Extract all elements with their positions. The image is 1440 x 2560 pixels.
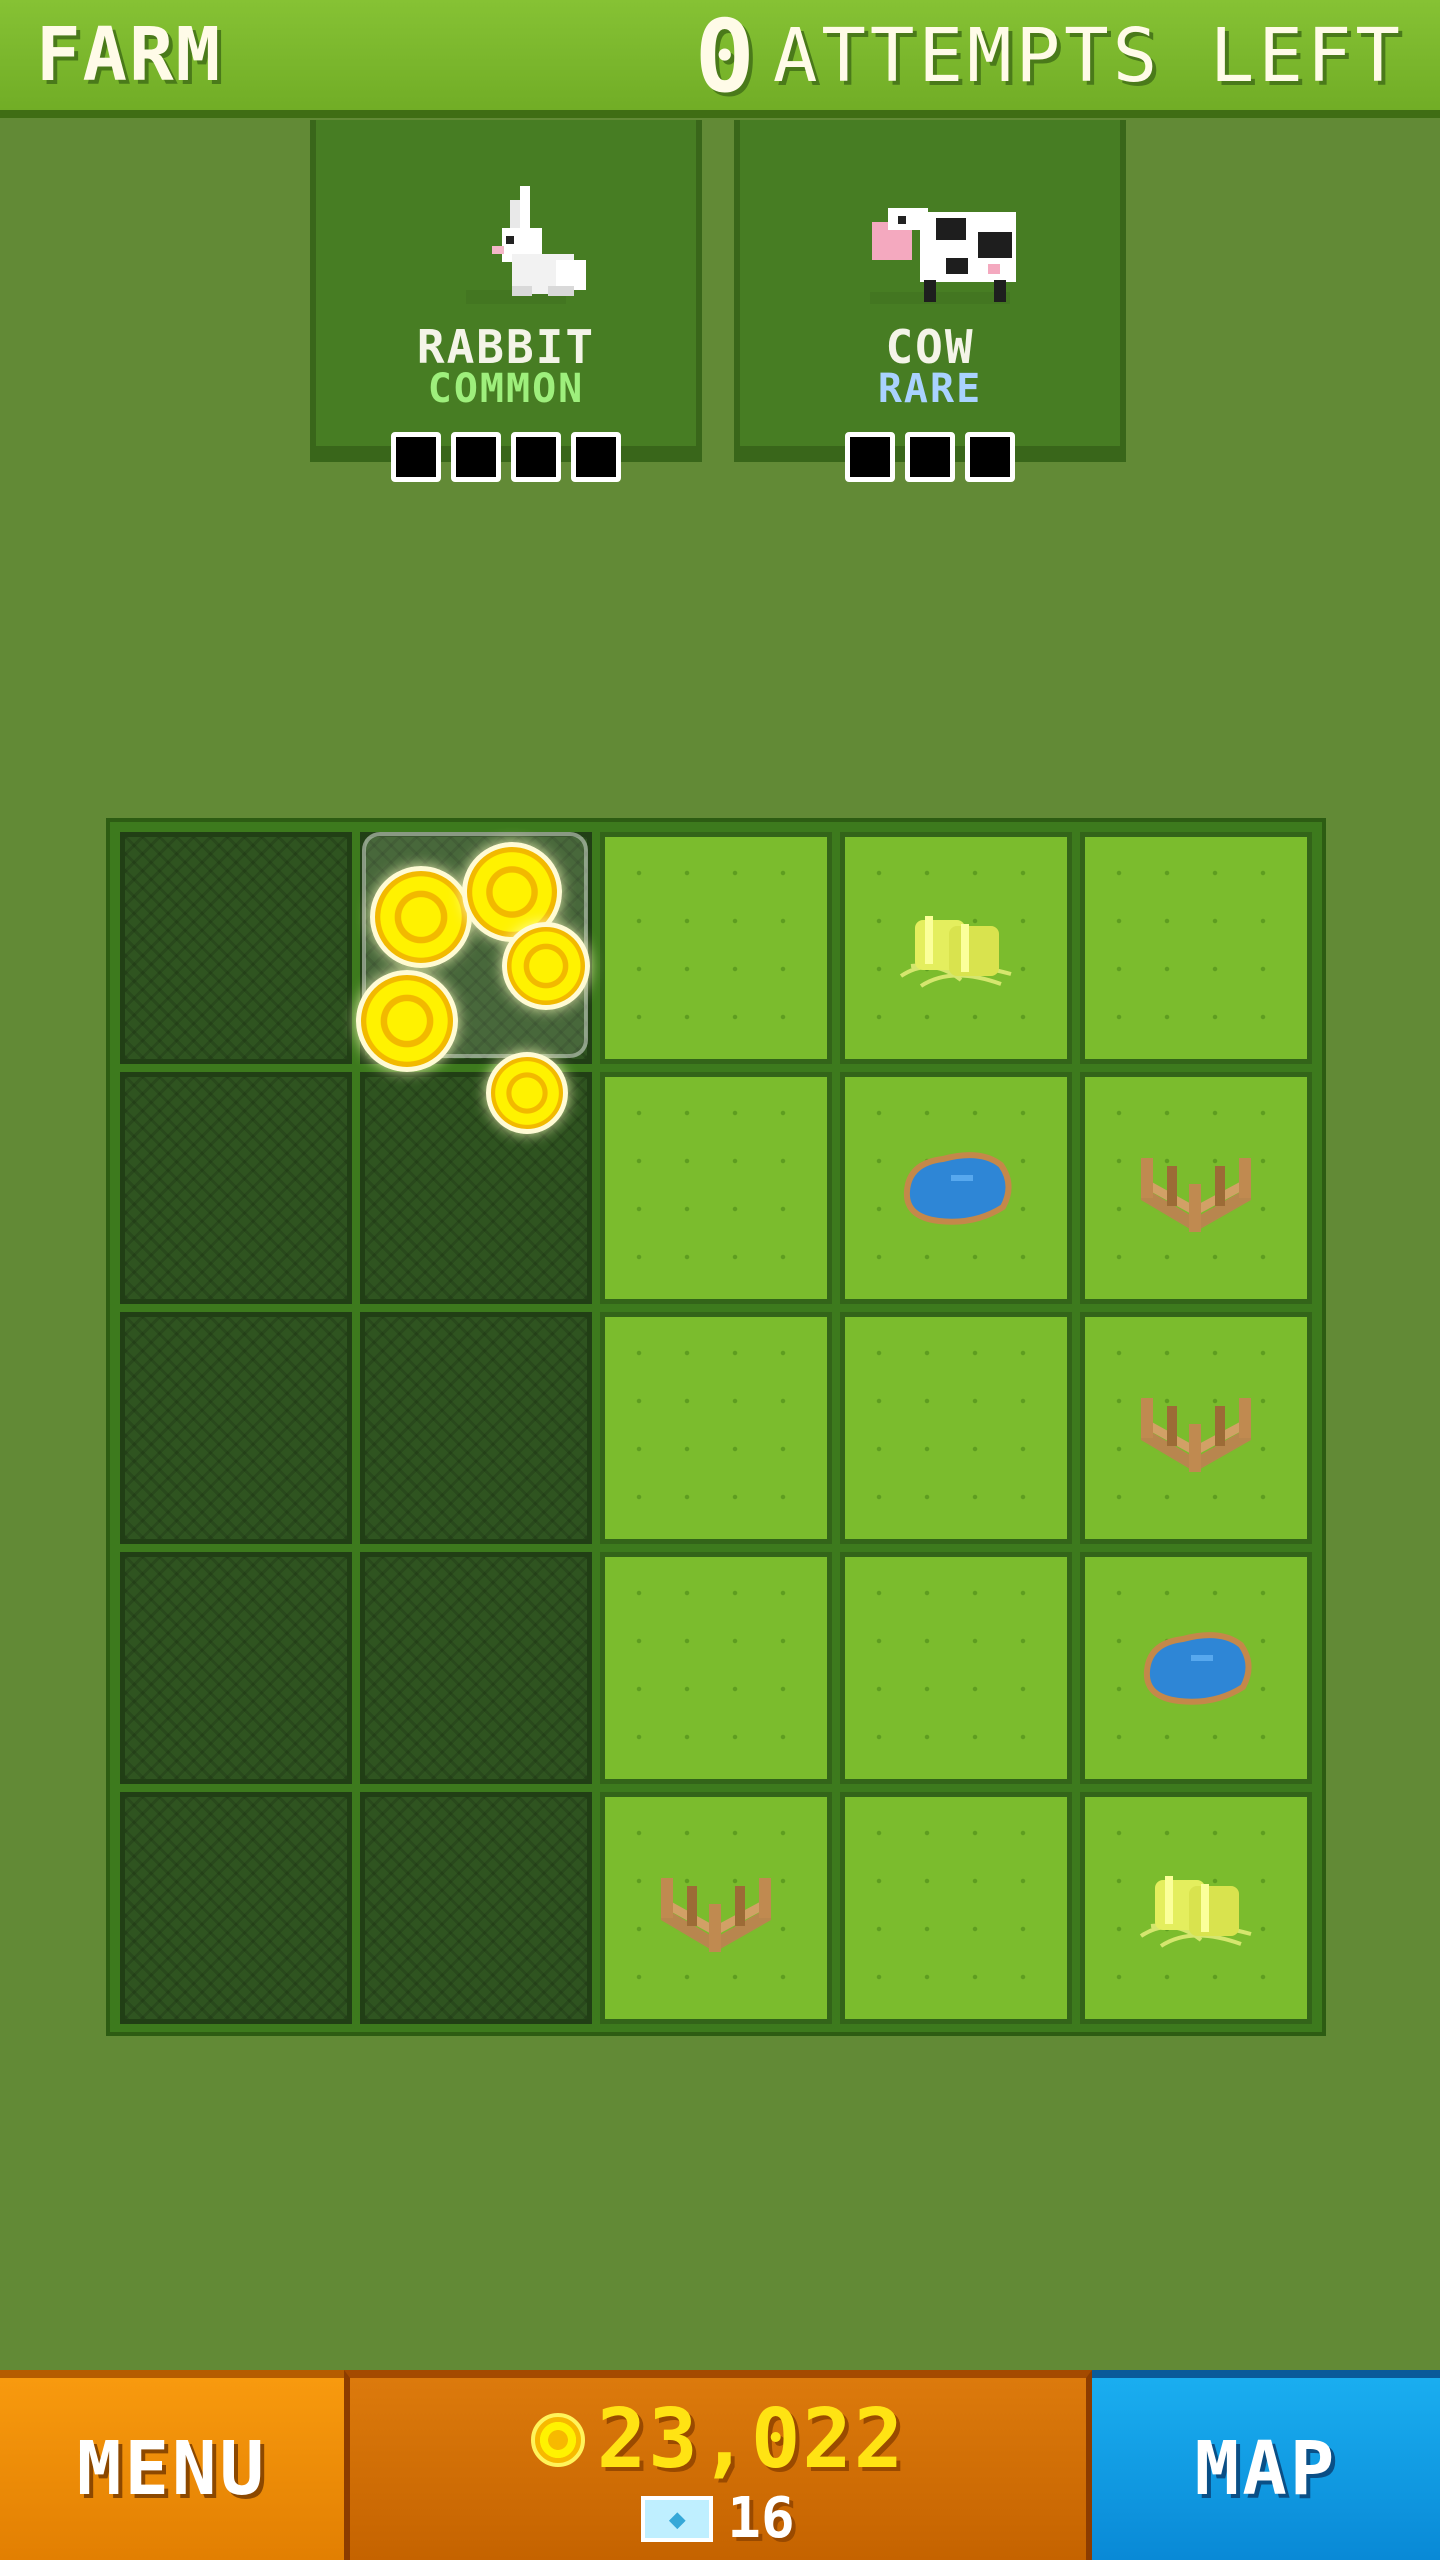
coin-icon bbox=[502, 922, 590, 1010]
covered-tile[interactable] bbox=[120, 1312, 352, 1544]
grass-tile bbox=[840, 1552, 1072, 1784]
attempts-count: 0 bbox=[694, 0, 755, 115]
empty-slot bbox=[391, 432, 441, 482]
pond-tile bbox=[1080, 1552, 1312, 1784]
grass-tile bbox=[840, 1792, 1072, 2024]
currency-panel: 23,022 ◆ 16 bbox=[344, 2370, 1092, 2560]
header-bar: FARM 0 ATTEMPTS LEFT bbox=[0, 0, 1440, 118]
animal-rarity: COMMON bbox=[427, 366, 585, 412]
empty-slot bbox=[905, 432, 955, 482]
fence-icon bbox=[1131, 1136, 1261, 1240]
collection-slots bbox=[740, 432, 1120, 482]
fence-tile bbox=[1080, 1312, 1312, 1544]
fence-icon bbox=[651, 1856, 781, 1960]
hay-icon bbox=[1131, 1856, 1261, 1960]
hay-tile bbox=[840, 832, 1072, 1064]
fence-icon bbox=[1131, 1376, 1261, 1480]
empty-slot bbox=[845, 432, 895, 482]
collection-slots bbox=[316, 432, 696, 482]
attempts-counter: 0 ATTEMPTS LEFT bbox=[695, 0, 1404, 115]
covered-tile[interactable] bbox=[120, 1792, 352, 2024]
attempts-label: ATTEMPTS LEFT bbox=[772, 13, 1404, 99]
grass-tile bbox=[1080, 832, 1312, 1064]
hay-tile bbox=[1080, 1792, 1312, 2024]
page-title: FARM bbox=[36, 12, 223, 98]
covered-tile[interactable] bbox=[120, 1072, 352, 1304]
menu-button[interactable]: MENU bbox=[0, 2370, 344, 2560]
gem-count: 16 bbox=[727, 2486, 795, 2551]
covered-tile[interactable] bbox=[360, 1552, 592, 1784]
grass-tile bbox=[600, 1072, 832, 1304]
grass-tile bbox=[600, 1312, 832, 1544]
coin-count: 23,022 bbox=[596, 2392, 906, 2487]
covered-tile[interactable] bbox=[120, 1552, 352, 1784]
grass-tile bbox=[600, 1552, 832, 1784]
gem-balance: ◆ 16 bbox=[350, 2486, 1086, 2551]
coin-icon bbox=[486, 1052, 568, 1134]
coin-icon bbox=[530, 2412, 585, 2467]
empty-slot bbox=[965, 432, 1015, 482]
grass-tile bbox=[600, 832, 832, 1064]
pond-icon bbox=[1131, 1621, 1261, 1715]
grass-tile bbox=[840, 1312, 1072, 1544]
pond-tile bbox=[840, 1072, 1072, 1304]
empty-slot bbox=[571, 432, 621, 482]
pond-icon bbox=[891, 1141, 1021, 1235]
coin-icon bbox=[356, 970, 458, 1072]
covered-tile[interactable] bbox=[360, 1792, 592, 2024]
fence-tile bbox=[600, 1792, 832, 2024]
coin-balance: 23,022 bbox=[350, 2392, 1086, 2487]
covered-tile[interactable] bbox=[120, 832, 352, 1064]
animal-rarity: RARE bbox=[877, 366, 983, 412]
covered-tile[interactable] bbox=[360, 1312, 592, 1544]
animal-card-cow: COW RARE bbox=[734, 120, 1126, 482]
empty-slot bbox=[511, 432, 561, 482]
coin-icon bbox=[370, 866, 472, 968]
map-button[interactable]: MAP bbox=[1092, 2370, 1440, 2560]
animal-card-rabbit: RABBIT COMMON bbox=[310, 120, 702, 482]
game-board bbox=[106, 818, 1326, 2036]
empty-slot bbox=[451, 432, 501, 482]
hay-icon bbox=[891, 896, 1021, 1000]
ticket-icon: ◆ bbox=[641, 2495, 714, 2542]
cow-icon bbox=[740, 160, 1120, 320]
bottom-bar: MENU 23,022 ◆ 16 MAP bbox=[0, 2370, 1440, 2560]
fence-tile bbox=[1080, 1072, 1312, 1304]
rabbit-icon bbox=[316, 160, 696, 320]
